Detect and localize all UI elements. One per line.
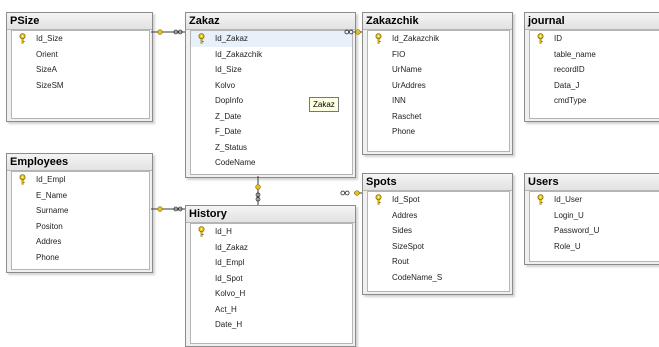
relationship-many-end [340, 190, 346, 196]
relationship-key-end [157, 29, 163, 35]
relationship-key-end [354, 190, 360, 196]
relationship-key-end [255, 184, 261, 190]
relationship-many-end [344, 190, 350, 196]
table-tooltip: Zakaz [309, 97, 339, 112]
relationship-key-end [157, 206, 163, 212]
relationship-many-end [344, 29, 350, 35]
relationship-many-end [348, 29, 354, 35]
relationship-key-end [355, 29, 361, 35]
relationship-layer [151, 29, 362, 212]
